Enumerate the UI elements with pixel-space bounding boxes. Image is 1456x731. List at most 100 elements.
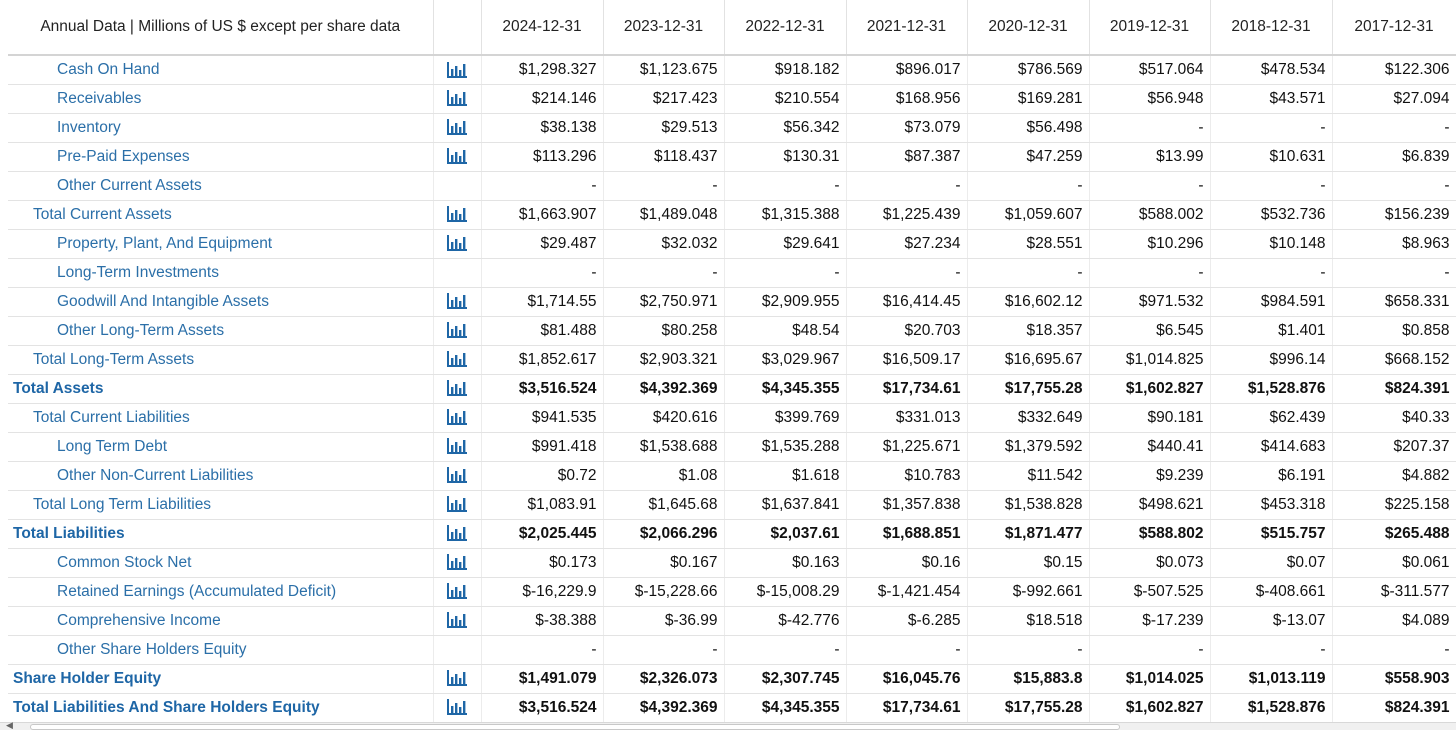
bar-chart-icon[interactable] bbox=[446, 467, 468, 484]
row-label[interactable]: Total Current Liabilities bbox=[8, 403, 434, 433]
chart-cell[interactable] bbox=[433, 432, 482, 462]
chart-cell[interactable] bbox=[433, 519, 482, 549]
row-label[interactable]: Total Long Term Liabilities bbox=[8, 490, 434, 520]
table-row: Common Stock Net $0.173 $0.167 $0.163 $0.16 $… bbox=[8, 548, 1456, 578]
row-label[interactable]: Long Term Debt bbox=[8, 432, 434, 462]
value-cell: $414.683 bbox=[1210, 432, 1333, 462]
value-cell: $2,066.296 bbox=[603, 519, 725, 549]
row-label[interactable]: Property, Plant, And Equipment bbox=[8, 229, 434, 259]
value-cell: $1,871.477 bbox=[967, 519, 1090, 549]
chart-cell[interactable] bbox=[433, 577, 482, 607]
row-label[interactable]: Pre-Paid Expenses bbox=[8, 142, 434, 172]
value-cell: $40.33 bbox=[1332, 403, 1456, 433]
bar-chart-icon[interactable] bbox=[446, 119, 468, 136]
chart-cell[interactable] bbox=[433, 84, 482, 114]
value-cell: $29.513 bbox=[603, 113, 725, 143]
chart-cell[interactable] bbox=[433, 200, 482, 230]
value-cell: $0.15 bbox=[967, 548, 1090, 578]
year-header[interactable]: 2017-12-31 bbox=[1332, 0, 1456, 56]
chart-cell[interactable] bbox=[433, 461, 482, 491]
bar-chart-icon[interactable] bbox=[446, 409, 468, 426]
bar-chart-icon[interactable] bbox=[446, 554, 468, 571]
value-cell: $668.152 bbox=[1332, 345, 1456, 375]
bar-chart-icon[interactable] bbox=[446, 583, 468, 600]
annual-balance-sheet-table: Annual Data | Millions of US $ except pe… bbox=[8, 0, 1456, 722]
value-cell: $984.591 bbox=[1210, 287, 1333, 317]
value-cell: $-507.525 bbox=[1089, 577, 1211, 607]
chart-cell[interactable] bbox=[433, 287, 482, 317]
value-cell: $0.07 bbox=[1210, 548, 1333, 578]
bar-chart-icon[interactable] bbox=[446, 351, 468, 368]
row-label[interactable]: Total Assets bbox=[8, 374, 434, 404]
row-label[interactable]: Other Non-Current Liabilities bbox=[8, 461, 434, 491]
bar-chart-icon[interactable] bbox=[446, 699, 468, 716]
row-label[interactable]: Long-Term Investments bbox=[8, 258, 434, 288]
value-cell: $786.569 bbox=[967, 55, 1090, 85]
bar-chart-icon[interactable] bbox=[446, 612, 468, 629]
row-label[interactable]: Other Current Assets bbox=[8, 171, 434, 201]
chart-cell[interactable] bbox=[433, 664, 482, 694]
year-header[interactable]: 2022-12-31 bbox=[724, 0, 847, 56]
bar-chart-icon[interactable] bbox=[446, 148, 468, 165]
chart-cell[interactable] bbox=[433, 374, 482, 404]
bar-chart-icon[interactable] bbox=[446, 206, 468, 223]
value-cell: $-6.285 bbox=[846, 606, 968, 636]
row-label[interactable]: Total Long-Term Assets bbox=[8, 345, 434, 375]
value-cell: $1,014.025 bbox=[1089, 664, 1211, 694]
bar-chart-icon[interactable] bbox=[446, 380, 468, 397]
year-header[interactable]: 2024-12-31 bbox=[481, 0, 604, 56]
bar-chart-icon[interactable] bbox=[446, 525, 468, 542]
bar-chart-icon[interactable] bbox=[446, 61, 468, 78]
row-label[interactable]: Goodwill And Intangible Assets bbox=[8, 287, 434, 317]
table-row: Total Liabilities And Share Holders Equi… bbox=[8, 693, 1456, 722]
chart-cell[interactable] bbox=[433, 548, 482, 578]
row-label[interactable]: Cash On Hand bbox=[8, 55, 434, 85]
row-label[interactable]: Inventory bbox=[8, 113, 434, 143]
row-label[interactable]: Total Liabilities bbox=[8, 519, 434, 549]
value-cell: $918.182 bbox=[724, 55, 847, 85]
bar-chart-icon[interactable] bbox=[446, 90, 468, 107]
value-cell: $4,345.355 bbox=[724, 693, 847, 722]
bar-chart-icon[interactable] bbox=[446, 438, 468, 455]
bar-chart-icon[interactable] bbox=[446, 235, 468, 252]
row-label[interactable]: Share Holder Equity bbox=[8, 664, 434, 694]
row-label[interactable]: Other Share Holders Equity bbox=[8, 635, 434, 665]
bar-chart-icon[interactable] bbox=[446, 496, 468, 513]
chart-cell[interactable] bbox=[433, 316, 482, 346]
table-row: Inventory $38.138 $29.513 $56.342 $73.079 $56… bbox=[8, 113, 1456, 143]
year-header[interactable]: 2020-12-31 bbox=[967, 0, 1090, 56]
row-label[interactable]: Comprehensive Income bbox=[8, 606, 434, 636]
value-cell: $532.736 bbox=[1210, 200, 1333, 230]
value-cell: $1,357.838 bbox=[846, 490, 968, 520]
chart-cell[interactable] bbox=[433, 403, 482, 433]
chart-cell[interactable] bbox=[433, 693, 482, 722]
year-header[interactable]: 2021-12-31 bbox=[846, 0, 968, 56]
row-label[interactable]: Total Current Assets bbox=[8, 200, 434, 230]
value-cell: $1,491.079 bbox=[481, 664, 604, 694]
row-label[interactable]: Common Stock Net bbox=[8, 548, 434, 578]
chart-cell[interactable] bbox=[433, 490, 482, 520]
chart-cell[interactable] bbox=[433, 606, 482, 636]
row-label[interactable]: Other Long-Term Assets bbox=[8, 316, 434, 346]
bar-chart-icon[interactable] bbox=[446, 322, 468, 339]
chart-cell[interactable] bbox=[433, 55, 482, 85]
chart-cell[interactable] bbox=[433, 229, 482, 259]
scrollbar-thumb[interactable] bbox=[30, 724, 1120, 730]
chart-cell[interactable] bbox=[433, 113, 482, 143]
chart-cell bbox=[433, 171, 482, 201]
bar-chart-icon[interactable] bbox=[446, 670, 468, 687]
value-cell: $0.16 bbox=[846, 548, 968, 578]
scroll-left-arrow-icon[interactable]: ◀ bbox=[6, 720, 13, 731]
value-cell: - bbox=[846, 635, 968, 665]
row-label[interactable]: Receivables bbox=[8, 84, 434, 114]
year-header[interactable]: 2019-12-31 bbox=[1089, 0, 1211, 56]
year-header[interactable]: 2018-12-31 bbox=[1210, 0, 1333, 56]
chart-cell[interactable] bbox=[433, 142, 482, 172]
year-header[interactable]: 2023-12-31 bbox=[603, 0, 725, 56]
bar-chart-icon[interactable] bbox=[446, 293, 468, 310]
value-cell: $941.535 bbox=[481, 403, 604, 433]
horizontal-scrollbar[interactable]: ◀ bbox=[0, 720, 1456, 731]
row-label[interactable]: Total Liabilities And Share Holders Equi… bbox=[8, 693, 434, 722]
chart-cell[interactable] bbox=[433, 345, 482, 375]
row-label[interactable]: Retained Earnings (Accumulated Deficit) bbox=[8, 577, 434, 607]
